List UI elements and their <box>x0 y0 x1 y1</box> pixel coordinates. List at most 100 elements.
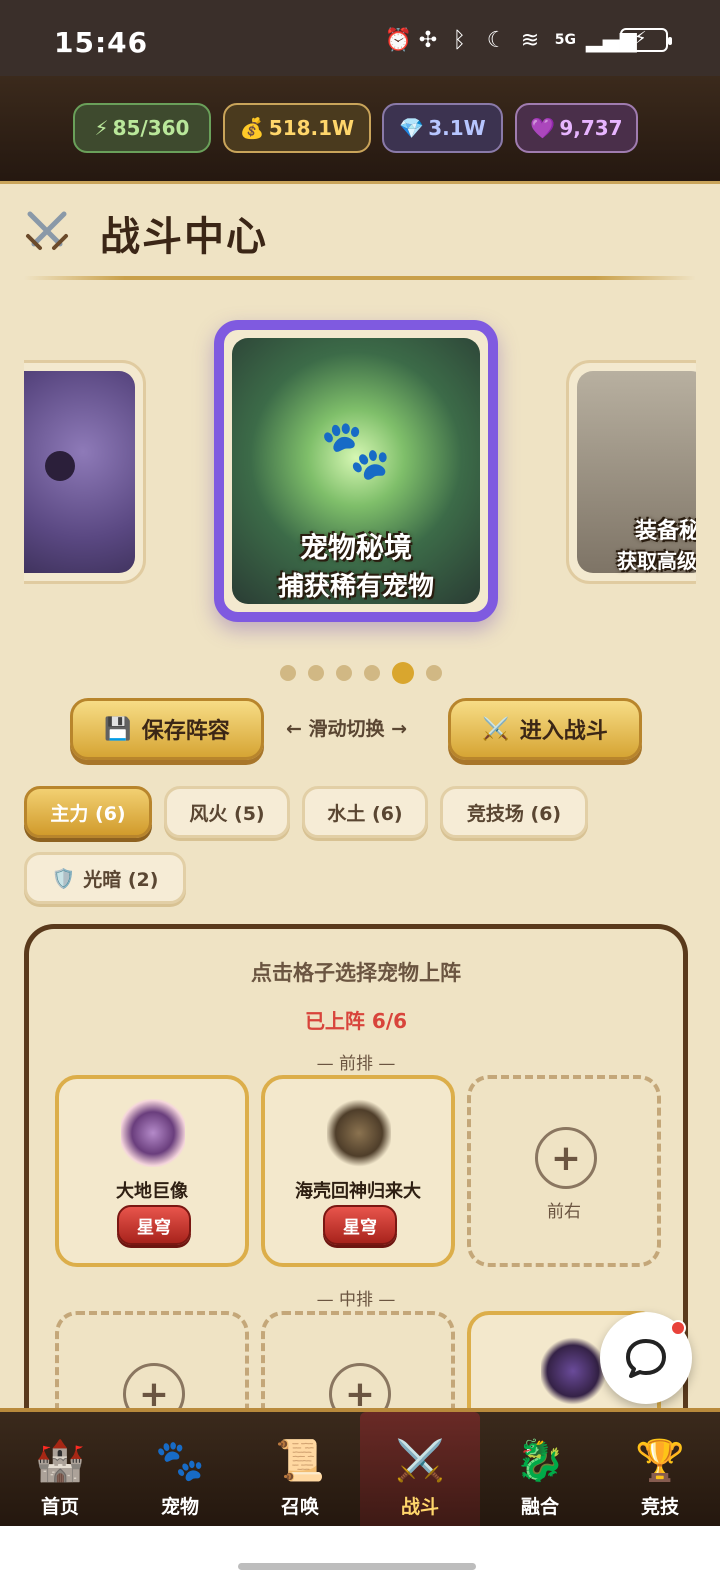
formation-panel: 点击格子选择宠物上阵 已上阵 6/6 — 前排 — 大地巨像 星穹 海壳回神归来… <box>24 924 688 1503</box>
diamond-icon: 💎 <box>399 116 425 140</box>
pet-avatar <box>541 1337 605 1405</box>
carousel-dot[interactable] <box>364 665 380 681</box>
nav-arena[interactable]: 🏆 竞技 <box>600 1412 720 1526</box>
card-subtitle: 获取高级 <box>617 549 696 573</box>
formation-slot-front-left[interactable]: 大地巨像 星穹 <box>55 1075 249 1267</box>
tab-label: 光暗 (2) <box>83 868 159 891</box>
formation-slot-front-center[interactable]: 海壳回神归来大 星穹 <box>261 1075 455 1267</box>
card-title: 装备秘 <box>635 519 696 544</box>
carousel-dot[interactable] <box>336 665 352 681</box>
nav-battle[interactable]: ⚔️ 战斗 <box>360 1412 480 1526</box>
carousel-dot[interactable] <box>280 665 296 681</box>
trophy-icon: 🏆 <box>635 1438 685 1484</box>
save-lineup-button[interactable]: 💾 保存阵容 <box>70 698 264 760</box>
fan-icon: ✣ <box>418 28 438 53</box>
diamond-value: 3.1W <box>428 116 486 140</box>
swipe-hint: ← 滑动切换 → <box>286 718 408 740</box>
carousel-card-pet-realm[interactable]: 🐾 宠物秘境 捕获稀有宠物 <box>214 320 498 622</box>
page-header: 战斗中心 <box>24 200 696 264</box>
carousel-dot[interactable] <box>308 665 324 681</box>
status-icons: ⏰ ✣ ᛒ ☾ ≋ 5G ▂▄▆ ⚡ <box>385 28 672 53</box>
floppy-disk-icon: 💾 <box>104 716 132 742</box>
middle-row-label: — 中排 — <box>316 1290 396 1310</box>
nav-pets[interactable]: 🐾 宠物 <box>120 1412 240 1526</box>
purple-heart-icon: 💜 <box>530 116 556 140</box>
tab-light-dark[interactable]: 🛡️ 光暗 (2) <box>24 852 186 904</box>
page-title: 战斗中心 <box>100 214 268 260</box>
carousel-dot-active[interactable] <box>392 662 414 684</box>
pet-name: 海壳回神归来大 <box>295 1181 421 1202</box>
carousel-dots <box>280 662 442 684</box>
add-pet-icon: + <box>535 1127 597 1189</box>
resource-bar: ⚡ 85/360 💰 518.1W 💎 3.1W 💜 9,737 <box>0 76 720 184</box>
formation-slot-front-right[interactable]: + 前右 <box>467 1075 661 1267</box>
nav-label: 首页 <box>40 1496 79 1518</box>
status-time: 15:46 <box>54 26 149 59</box>
slot-label: 前右 <box>547 1202 581 1222</box>
tab-label: 主力 (6) <box>50 802 126 825</box>
lightning-icon: ⚡ <box>94 116 109 140</box>
tab-label: 水土 (6) <box>327 802 403 825</box>
diamond-chip[interactable]: 💎 3.1W <box>382 103 503 153</box>
gold-value: 518.1W <box>268 116 355 140</box>
nav-home[interactable]: 🏰 首页 <box>0 1412 120 1526</box>
nav-label: 竞技 <box>640 1496 679 1518</box>
moon-icon: ☾ <box>486 28 507 53</box>
network-type: 5G <box>554 32 576 48</box>
front-row-label: — 前排 — <box>316 1054 396 1074</box>
home-gesture-bar[interactable] <box>238 1563 476 1570</box>
heart-value: 9,737 <box>559 116 623 140</box>
carousel-card-abyss[interactable] <box>24 360 146 584</box>
paw-icon: 🐾 <box>319 415 393 484</box>
wifi-icon: ≋ <box>520 28 540 53</box>
card-title: 宠物秘境 <box>299 531 412 564</box>
chat-button[interactable] <box>600 1312 692 1404</box>
crossed-swords-icon <box>26 211 68 250</box>
card-subtitle: 捕获稀有宠物 <box>277 572 434 602</box>
carousel-card-equipment[interactable]: 装备秘 获取高级 <box>566 360 696 584</box>
bluetooth-icon: ᛒ <box>452 28 466 53</box>
gold-chip[interactable]: 💰 518.1W <box>223 103 371 153</box>
pet-avatar <box>327 1099 391 1167</box>
swords-icon: ⚔️ <box>395 1438 445 1484</box>
mode-carousel[interactable]: 🐾 宠物秘境 捕获稀有宠物 装备秘 获取高级 <box>24 300 696 650</box>
energy-chip[interactable]: ⚡ 85/360 <box>73 103 211 153</box>
enter-battle-label: 进入战斗 <box>519 719 608 744</box>
carousel-dot[interactable] <box>426 665 442 681</box>
nav-fusion[interactable]: 🐉 融合 <box>480 1412 600 1526</box>
tab-main[interactable]: 主力 (6) <box>24 786 152 838</box>
status-bar: 15:46 ⏰ ✣ ᛒ ☾ ≋ 5G ▂▄▆ ⚡ <box>0 0 720 76</box>
castle-icon: 🏰 <box>35 1438 85 1484</box>
tab-wind-fire[interactable]: 风火 (5) <box>164 786 290 838</box>
nav-label: 战斗 <box>400 1496 439 1518</box>
notification-dot <box>670 1320 686 1336</box>
gesture-area <box>0 1526 720 1585</box>
nav-summon[interactable]: 📜 召唤 <box>240 1412 360 1526</box>
nav-label: 融合 <box>520 1496 559 1518</box>
enter-battle-button[interactable]: ⚔️ 进入战斗 <box>448 698 642 760</box>
bottom-navigation: 🏰 首页 🐾 宠物 📜 召唤 ⚔️ 战斗 🐉 融合 🏆 竞技 <box>0 1408 720 1526</box>
scroll-icon: 📜 <box>275 1438 325 1484</box>
paw-icon: 🐾 <box>155 1438 205 1484</box>
signal-icon: ▂▄▆ <box>586 28 637 53</box>
tentacle-monster-art <box>24 371 135 573</box>
nav-label: 召唤 <box>280 1496 319 1518</box>
pet-name: 大地巨像 <box>116 1181 188 1202</box>
rank-badge: 星穹 <box>117 1205 191 1245</box>
title-divider <box>24 276 696 280</box>
energy-value: 85/360 <box>112 116 190 140</box>
panel-hint: 点击格子选择宠物上阵 <box>251 961 461 985</box>
rank-badge: 星穹 <box>323 1205 397 1245</box>
tab-label: 竞技场 (6) <box>466 802 562 825</box>
shield-icon: 🛡️ <box>51 867 76 890</box>
nav-label: 宠物 <box>160 1496 199 1518</box>
tab-water-earth[interactable]: 水土 (6) <box>302 786 428 838</box>
tab-label: 风火 (5) <box>189 802 265 825</box>
pet-avatar <box>121 1099 185 1167</box>
tab-arena[interactable]: 竞技场 (6) <box>440 786 588 838</box>
heart-chip[interactable]: 💜 9,737 <box>515 103 638 153</box>
chat-bubble-icon <box>626 1339 666 1378</box>
dragon-icon: 🐉 <box>515 1438 565 1484</box>
save-lineup-label: 保存阵容 <box>141 719 230 744</box>
battery-icon: ⚡ <box>620 28 672 52</box>
